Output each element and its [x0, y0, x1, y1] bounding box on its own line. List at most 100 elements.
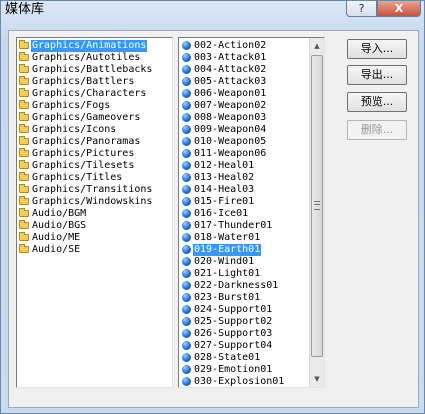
list-item-label: 015-Fire01: [194, 196, 255, 207]
blue-ball-icon: [182, 53, 191, 62]
blue-ball-icon: [182, 137, 191, 146]
folder-icon: [19, 148, 29, 157]
folder-icon: [19, 208, 29, 217]
list-item-label: Graphics/Panoramas: [32, 136, 141, 147]
list-item-label: Graphics/Tilesets: [32, 160, 135, 171]
list-item-label: 014-Heal03: [194, 184, 255, 195]
folder-icon: [19, 40, 29, 49]
blue-ball-icon: [182, 329, 191, 338]
blue-ball-icon: [182, 113, 191, 122]
list-item-label: 026-Support03: [194, 328, 273, 339]
list-item-label: 020-Wind01: [194, 256, 255, 267]
media-library-window: 媒体库 ? X Graphics/Animations Graphics/Auto…: [0, 0, 425, 414]
folder-list[interactable]: Graphics/Animations Graphics/Autotiles Gra…: [16, 37, 173, 388]
list-item-label: Audio/SE: [32, 244, 81, 255]
folder-icon: [19, 88, 29, 97]
dialog-body: Graphics/Animations Graphics/Autotiles Gra…: [8, 30, 419, 408]
folder-icon: [19, 244, 29, 253]
list-item-label: 022-Darkness01: [194, 280, 279, 291]
blue-ball-icon: [182, 317, 191, 326]
list-item-label: 021-Light01: [194, 268, 261, 279]
list-item-label: 006-Weapon01: [194, 88, 267, 99]
blue-ball-icon: [182, 197, 191, 206]
list-item-label: Graphics/Fogs: [32, 100, 111, 111]
blue-ball-icon: [182, 257, 191, 266]
list-item-label: Graphics/Autotiles: [32, 52, 141, 63]
scroll-down-arrow-icon[interactable]: ▼: [310, 372, 324, 386]
list-item-label: Graphics/Pictures: [32, 148, 135, 159]
vertical-scrollbar[interactable]: ▲ ▼: [309, 38, 324, 387]
blue-ball-icon: [182, 101, 191, 110]
blue-ball-icon: [182, 161, 191, 170]
blue-ball-icon: [182, 149, 191, 158]
list-item-label: 017-Thunder01: [194, 220, 273, 231]
list-item-label: Graphics/Icons: [32, 124, 117, 135]
list-item-label: 004-Attack02: [194, 64, 267, 75]
blue-ball-icon: [182, 209, 191, 218]
folder-icon: [19, 220, 29, 229]
blue-ball-icon: [182, 281, 191, 290]
list-item-label: Graphics/Transitions: [32, 184, 153, 195]
folder-icon: [19, 196, 29, 205]
delete-button: 删除...: [347, 120, 407, 140]
blue-ball-icon: [182, 293, 191, 302]
window-title: 媒体库: [5, 2, 45, 17]
blue-ball-icon: [182, 41, 191, 50]
folder-icon: [19, 232, 29, 241]
list-item-label: 009-Weapon04: [194, 124, 267, 135]
list-item-label: 011-Weapon06: [194, 148, 267, 159]
folder-icon: [19, 100, 29, 109]
list-item-label: 005-Attack03: [194, 76, 267, 87]
close-button[interactable]: X: [377, 1, 421, 17]
folder-icon: [19, 112, 29, 121]
list-item-label: 013-Heal02: [194, 172, 255, 183]
list-item-label: Audio/BGS: [32, 220, 87, 231]
help-button[interactable]: ?: [346, 1, 377, 17]
list-item-label: 012-Heal01: [194, 160, 255, 171]
blue-ball-icon: [182, 269, 191, 278]
blue-ball-icon: [182, 353, 191, 362]
blue-ball-icon: [182, 185, 191, 194]
import-button[interactable]: 导入...: [347, 39, 407, 59]
export-button[interactable]: 导出...: [347, 65, 407, 85]
list-item-label: Graphics/Windowskins: [32, 196, 153, 207]
scroll-up-arrow-icon[interactable]: ▲: [310, 39, 324, 53]
list-item-label: 029-Emotion01: [194, 364, 273, 375]
folder-icon: [19, 160, 29, 169]
folder-icon: [19, 136, 29, 145]
blue-ball-icon: [182, 245, 191, 254]
grip-icon: [314, 201, 320, 210]
list-item-label: Graphics/Battlebacks: [32, 64, 153, 75]
folder-icon: [19, 184, 29, 193]
list-item-label: 027-Support04: [194, 340, 273, 351]
scrollbar-thumb[interactable]: [311, 55, 323, 357]
blue-ball-icon: [182, 305, 191, 314]
list-item-label: Graphics/Battlers: [32, 76, 135, 87]
list-item-label: Graphics/Gameovers: [32, 112, 141, 123]
list-item-label: 016-Ice01: [194, 208, 249, 219]
blue-ball-icon: [182, 341, 191, 350]
blue-ball-icon: [182, 89, 191, 98]
list-item-label: Graphics/Titles: [32, 172, 123, 183]
list-item-label: 007-Weapon02: [194, 100, 267, 111]
preview-button[interactable]: 预览...: [347, 92, 407, 112]
list-item-label: 024-Support01: [194, 304, 273, 315]
list-item-label: 018-Water01: [194, 232, 261, 243]
list-item-label: 023-Burst01: [194, 292, 261, 303]
list-item-label: Audio/BGM: [32, 208, 87, 219]
list-item-label: 028-State01: [194, 352, 261, 363]
blue-ball-icon: [182, 365, 191, 374]
blue-ball-icon: [182, 173, 191, 182]
list-item-label: Graphics/Characters: [32, 88, 147, 99]
folder-icon: [19, 64, 29, 73]
list-item-label: Audio/ME: [32, 232, 81, 243]
blue-ball-icon: [182, 377, 191, 386]
list-item-label: 003-Attack01: [194, 52, 267, 63]
folder-icon: [19, 52, 29, 61]
list-item-label: 010-Weapon05: [194, 136, 267, 147]
list-item-label: Graphics/Animations: [31, 40, 148, 52]
list-item-label: 002-Action02: [194, 40, 267, 51]
folder-icon: [19, 124, 29, 133]
file-list[interactable]: 002-Action02 003-Attack01 004-Attack02 005-…: [178, 37, 325, 388]
folder-icon: [19, 76, 29, 85]
